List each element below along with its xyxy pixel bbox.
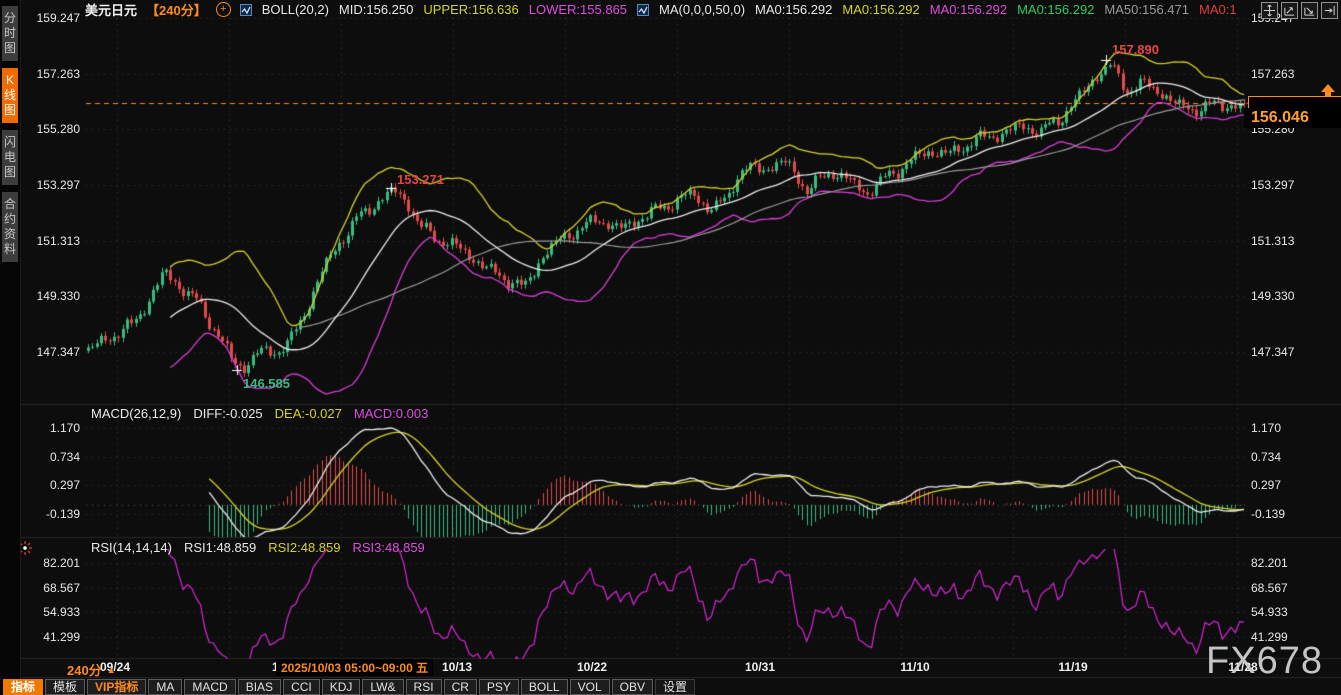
jump-latest-icon[interactable]	[1321, 2, 1338, 19]
indicator-chart-icon	[637, 4, 649, 16]
indicator-chip: LOWER:155.865	[529, 2, 627, 17]
macd-header: MACD(26,12,9) DIFF:-0.025 DEA:-0.027 MACD:…	[91, 406, 428, 421]
panel-indicator-value: MACD:0.003	[354, 406, 428, 421]
indicator-tab-PSY[interactable]: PSY	[479, 679, 519, 695]
time-tick-label: 10/22	[547, 660, 637, 674]
indicator-tab-模板[interactable]: 模板	[45, 679, 85, 695]
indicator-tab-CR[interactable]: CR	[444, 679, 477, 695]
indicator-tab-BOLL[interactable]: BOLL	[521, 679, 568, 695]
price-axis-label: 157.263	[1251, 66, 1294, 82]
chart-type-sidebar: 分时图 K线图闪电图合约资料	[0, 0, 21, 695]
indicator-tab-VIP指标[interactable]: VIP指标	[87, 679, 146, 695]
indicator-tab-BIAS[interactable]: BIAS	[238, 679, 281, 695]
indicator-chip: UPPER:156.636	[423, 2, 518, 17]
indicator-tab-指标[interactable]: 指标	[3, 679, 43, 695]
crosshair-time-tooltip: 2025/10/03 05:00~09:00 五	[276, 659, 433, 676]
price-axis-label: 0.297	[1251, 477, 1281, 493]
move-icon[interactable]	[1261, 2, 1278, 19]
sidebar-item-contract-info[interactable]: 合约资料	[2, 192, 18, 262]
symbol-name: 美元日元	[85, 0, 137, 19]
price-axis-label: 1.170	[1251, 420, 1281, 436]
price-axis-label: 0.734	[1251, 449, 1281, 465]
indicator-chip: MA0:1	[1199, 2, 1237, 17]
indicator-tab-VOL[interactable]: VOL	[570, 679, 610, 695]
indicator-chip: MID:156.250	[339, 2, 413, 17]
indicator-tab-RSI[interactable]: RSI	[406, 679, 442, 695]
rsi-header: RSI(14,14,14) RSI1:48.859 RSI2:48.859 RSI3…	[91, 540, 425, 555]
sidebar-item-time-chart[interactable]: 分时图	[2, 6, 18, 61]
price-extreme-annotation: 153.271	[397, 172, 444, 187]
price-axis-label: 68.567	[1251, 580, 1288, 596]
period-selector[interactable]: 240分 ▲	[67, 660, 116, 679]
indicator-values: BOLL(20,2) MID:156.250 UPPER:156.636 LOWER:…	[240, 2, 1237, 17]
chart-canvas[interactable]	[0, 0, 1341, 695]
indicator-tab-设置[interactable]: 设置	[655, 679, 695, 695]
sidebar-item-kline-chart[interactable]: K线图	[2, 68, 18, 123]
panel-indicator-value: RSI2:48.859	[268, 540, 340, 555]
price-axis-label: 151.313	[1251, 233, 1294, 249]
indicator-chip: MA50:156.471	[1104, 2, 1189, 17]
window-toolbar	[1261, 2, 1338, 19]
sidebar-item-flash-chart[interactable]: 闪电图	[2, 130, 18, 185]
price-axis-label: 149.330	[1251, 288, 1294, 304]
indicator-tab-MACD[interactable]: MACD	[184, 679, 235, 695]
price-axis-label: 54.933	[1251, 604, 1288, 620]
indicator-tab-CCI[interactable]: CCI	[283, 679, 320, 695]
price-axis-label: 82.201	[1251, 555, 1288, 571]
panel-indicator-value: DIFF:-0.025	[193, 406, 262, 421]
time-tick-label: 11/19	[1028, 660, 1118, 674]
price-extreme-annotation: 146.585	[243, 376, 290, 391]
watermark: FX678	[1206, 640, 1323, 683]
panel-indicator-value: RSI3:48.859	[353, 540, 425, 555]
indicator-tab-KDJ[interactable]: KDJ	[322, 679, 361, 695]
indicator-tab-OBV[interactable]: OBV	[612, 679, 653, 695]
panel-indicator-value: RSI1:48.859	[184, 540, 256, 555]
panel-indicator-value: DEA:-0.027	[275, 406, 342, 421]
indicator-chip: MA(0,0,0,50,0)	[659, 2, 745, 17]
indicator-chip: BOLL(20,2)	[262, 2, 329, 17]
timeframe-label: 【240分】	[146, 0, 207, 19]
indicator-tab-bar: 指标模板VIP指标MAMACDBIASCCIKDJLW&RSICRPSYBOLL…	[3, 678, 695, 695]
current-price-badge: 156.046	[1244, 108, 1341, 128]
indicator-chip: MA0:156.292	[1017, 2, 1094, 17]
price-axis-label: -0.139	[1251, 506, 1285, 522]
price-alert-marker-icon[interactable]	[1319, 83, 1337, 105]
zoom-scale-icon[interactable]	[1301, 2, 1318, 19]
indicator-tab-LW&[interactable]: LW&	[362, 679, 403, 695]
trading-terminal: 美元日元 【240分】 + BOLL(20,2) MID:156.250 UPPER…	[0, 0, 1341, 695]
macd-title: MACD(26,12,9)	[91, 406, 181, 421]
chart-header: 美元日元 【240分】 + BOLL(20,2) MID:156.250 UPPER…	[85, 0, 1237, 19]
rsi-title: RSI(14,14,14)	[91, 540, 172, 555]
price-axis-label: 147.347	[1251, 344, 1294, 360]
indicator-tab-MA[interactable]: MA	[148, 679, 182, 695]
indicator-chart-icon	[240, 4, 252, 16]
zoom-fit-icon[interactable]	[1281, 2, 1298, 19]
time-tick-label: 11/10	[870, 660, 960, 674]
indicator-chip: MA0:156.292	[930, 2, 1007, 17]
indicator-chip: MA0:156.292	[842, 2, 919, 17]
price-extreme-annotation: 157.890	[1112, 42, 1159, 57]
time-tick-label: 10/31	[715, 660, 805, 674]
price-axis-label: 153.297	[1251, 177, 1294, 193]
indicator-chip: MA0:156.292	[755, 2, 832, 17]
add-compare-icon[interactable]: +	[216, 2, 231, 17]
chevron-up-icon: ▲	[107, 665, 116, 675]
period-label: 240分	[67, 660, 102, 679]
